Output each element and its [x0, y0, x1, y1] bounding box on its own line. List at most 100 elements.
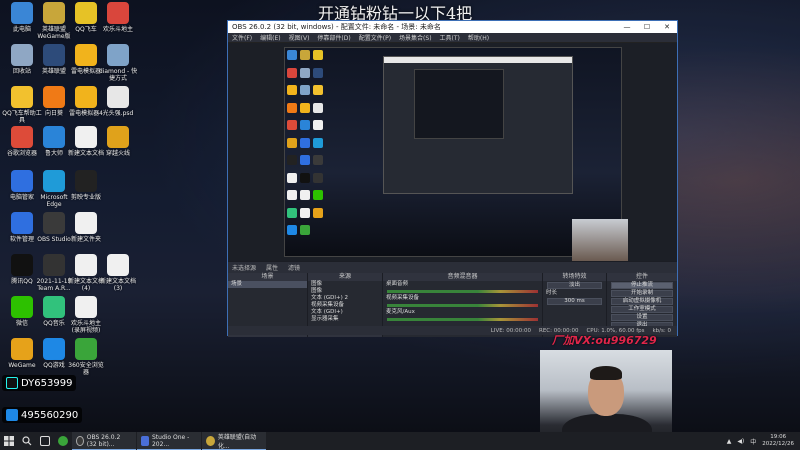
qq-tag: 495560290 [2, 407, 83, 423]
virtual-camera-button[interactable]: 启动虚拟摄像机 [611, 298, 673, 305]
task-view-button[interactable] [36, 432, 54, 450]
obs-preview[interactable] [228, 43, 677, 261]
source-item[interactable]: 文本 (GDI+) 2 [308, 295, 382, 302]
preview-icon [300, 102, 310, 113]
menu-profile[interactable]: 配置文件(P) [359, 33, 391, 42]
app-icon [107, 126, 129, 148]
app-icon [11, 126, 33, 148]
obs-titlebar[interactable]: OBS 26.0.2 (32 bit, windows) - 配置文件: 未命名… [228, 21, 677, 33]
volume-meter[interactable] [387, 304, 538, 307]
properties-button[interactable]: 属性 [266, 263, 278, 272]
app-icon [43, 170, 65, 192]
contact-overlay: 厂加VX:ou996729 [552, 334, 657, 347]
source-item[interactable]: 图像 [308, 288, 382, 295]
taskbar-app-label: OBS 26.0.2 (32 bit)... [86, 433, 121, 448]
duration-input[interactable]: 300 ms [547, 298, 602, 305]
ime-indicator[interactable]: 中 [750, 437, 756, 446]
menu-help[interactable]: 帮助(H) [468, 33, 489, 42]
preview-icon [287, 155, 297, 166]
pinned-360-browser[interactable] [54, 432, 72, 450]
menu-file[interactable]: 文件(F) [232, 33, 252, 42]
qq-icon [6, 409, 18, 421]
scene-item[interactable]: 场景 [228, 281, 307, 288]
obs-title: OBS 26.0.2 (32 bit, windows) - 配置文件: 未命名… [232, 23, 441, 31]
task-view-icon [40, 436, 50, 446]
volume-meter[interactable] [387, 318, 538, 321]
preview-icon [287, 190, 297, 201]
app-icon [75, 296, 97, 318]
preview-icon [287, 225, 297, 236]
desktop-icon-label: 剪映专业版 [70, 194, 101, 201]
preview-icon [287, 137, 297, 148]
desktop-icon[interactable]: 新建文本文档 (3) [98, 254, 138, 292]
minimize-button[interactable]: — [617, 23, 637, 31]
app-icon [75, 170, 97, 192]
preview-icon [313, 85, 323, 96]
close-button[interactable]: ✕ [657, 23, 677, 31]
source-item[interactable]: 显示器采集 [308, 316, 382, 323]
menu-scene-collection[interactable]: 场景集合(S) [399, 33, 432, 42]
desktop-icon-label: 欢乐斗地主 [102, 26, 133, 33]
app-icon [107, 44, 129, 66]
app-icon [11, 212, 33, 234]
sources-header: 来源 [308, 273, 382, 281]
taskbar-clock[interactable]: 19:06 2022/12/26 [762, 434, 794, 448]
app-icon [43, 296, 65, 318]
obs-menubar: 文件(F) 编辑(E) 视图(V) 停靠部件(D) 配置文件(P) 场景集合(S… [228, 33, 677, 43]
source-item[interactable]: 图像 [308, 281, 382, 288]
app-icon [43, 126, 65, 148]
preview-icon [300, 172, 310, 183]
menu-view[interactable]: 视图(V) [289, 33, 310, 42]
preview-icon [313, 172, 323, 183]
app-icon [11, 44, 33, 66]
app-icon [107, 86, 129, 108]
obs-window[interactable]: OBS 26.0.2 (32 bit, windows) - 配置文件: 未命名… [227, 20, 678, 337]
start-button[interactable] [0, 432, 18, 450]
desktop-icon [98, 338, 138, 362]
app-icon [11, 254, 33, 276]
taskbar-app[interactable]: Studio One - 202... [137, 432, 201, 450]
desktop-icon[interactable]: 光头强.psd [98, 86, 138, 117]
app-icon [107, 2, 129, 24]
preview-desktop-icons [287, 50, 323, 240]
preview-icon [287, 67, 297, 78]
maximize-button[interactable]: ☐ [637, 23, 657, 31]
preview-icon [300, 137, 310, 148]
desktop-icon-label: 穿越火线 [105, 150, 130, 157]
preview-icon [300, 225, 310, 236]
stop-streaming-button[interactable]: 停止推流 [611, 282, 673, 289]
transition-select[interactable]: 淡出 [547, 282, 602, 289]
app-icon [75, 126, 97, 148]
taskbar-app[interactable]: 英雄联盟(自动化... [202, 432, 266, 450]
source-item[interactable]: 视频采集设备 [308, 302, 382, 309]
clock-time: 19:06 [770, 434, 787, 440]
mixer-channel-name: 桌面音频 [386, 281, 409, 287]
league-icon [206, 435, 215, 446]
network-icon[interactable]: ▲ [727, 438, 732, 445]
preview-icon [300, 67, 310, 78]
system-tray: ▲ ◀) 中 19:06 2022/12/26 [727, 434, 800, 448]
search-button[interactable] [18, 432, 36, 450]
desktop-icon[interactable]: diamond - 快捷方式 [98, 44, 138, 82]
preview-icon [313, 155, 323, 166]
preview-icon [313, 120, 323, 131]
app-icon [75, 44, 97, 66]
nested-inner-preview [414, 69, 504, 139]
volume-meter[interactable] [387, 290, 538, 293]
desktop-icon[interactable]: 穿越火线 [98, 126, 138, 157]
studio-mode-button[interactable]: 工作室模式 [611, 306, 673, 313]
volume-icon[interactable]: ◀) [737, 438, 744, 445]
desktop-icon[interactable]: 欢乐斗地主 [98, 2, 138, 33]
start-recording-button[interactable]: 开始录制 [611, 290, 673, 297]
menu-tools[interactable]: 工具(T) [440, 33, 460, 42]
menu-edit[interactable]: 编辑(E) [260, 33, 280, 42]
source-item[interactable]: 文本 (GDI+) [308, 309, 382, 316]
preview-icon [287, 102, 297, 113]
settings-button[interactable]: 设置 [611, 314, 673, 321]
app-icon [11, 170, 33, 192]
streamer-hair [590, 366, 622, 380]
menu-docks[interactable]: 停靠部件(D) [317, 33, 350, 42]
taskbar-app[interactable]: OBS 26.0.2 (32 bit)... [72, 432, 136, 450]
search-icon [22, 436, 32, 446]
filters-button[interactable]: 滤镜 [288, 263, 300, 272]
